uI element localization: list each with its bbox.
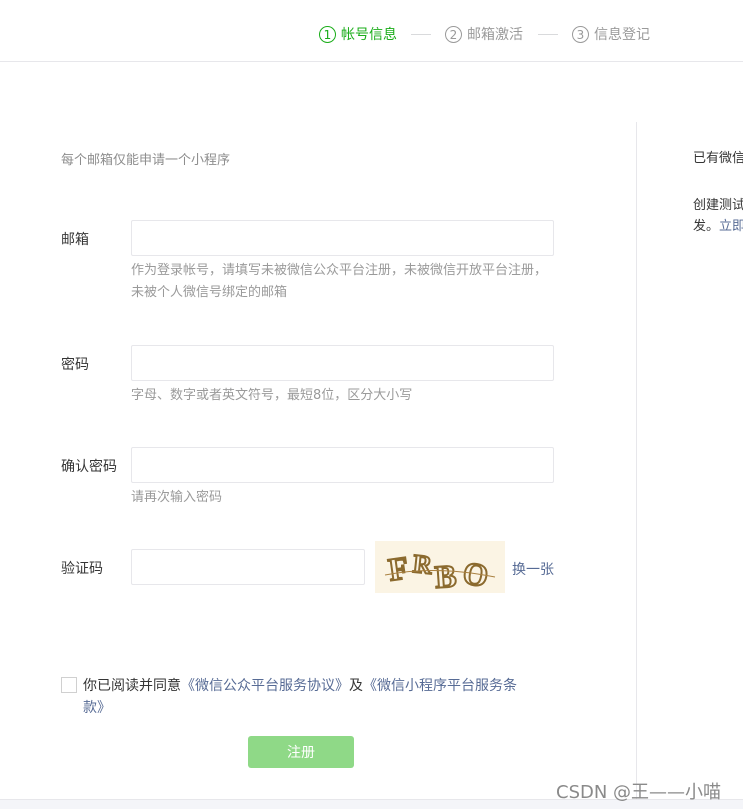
register-button[interactable]: 注册 — [248, 736, 354, 768]
side-line3: 发。立即 — [693, 216, 743, 237]
side-existing-wechat-text: 已有微信 — [693, 151, 743, 166]
password-hint: 字母、数字或者英文符号，最短8位，区分大小写 — [131, 388, 413, 403]
steps-bar: 1 帐号信息 2 邮箱激活 3 信息登记 — [0, 0, 743, 62]
step-connector — [538, 34, 558, 35]
step-number-2: 2 — [445, 25, 462, 43]
confirm-password-label: 确认密码 — [61, 459, 117, 475]
email-input[interactable] — [131, 220, 554, 256]
step-email-activation: 2 邮箱激活 — [445, 23, 523, 45]
password-label: 密码 — [61, 357, 89, 373]
panel-divider — [636, 122, 637, 808]
form-tip: 每个邮箱仅能申请一个小程序 — [61, 153, 231, 168]
mp-service-agreement-link[interactable]: 《微信公众平台服务协议》 — [181, 678, 349, 694]
agreement-middle: 及 — [349, 678, 363, 694]
captcha-label: 验证码 — [61, 561, 103, 577]
step-number-1: 1 — [319, 25, 336, 43]
step-label-account-info: 帐号信息 — [341, 27, 397, 43]
captcha-graphic: F R B O — [375, 541, 505, 596]
captcha-input[interactable] — [131, 549, 365, 585]
email-label: 邮箱 — [61, 232, 89, 248]
step-info-registration: 3 信息登记 — [572, 23, 650, 45]
step-label-email-activation: 邮箱激活 — [467, 27, 523, 43]
agreement-checkbox[interactable] — [61, 677, 77, 693]
side-line3-prefix: 发。 — [693, 219, 720, 234]
captcha-char-3: B — [434, 557, 458, 593]
watermark: CSDN @王——小喵 — [556, 782, 722, 803]
side-create-test-text: 创建测试 — [693, 198, 743, 213]
confirm-password-hint: 请再次输入密码 — [131, 490, 223, 505]
confirm-password-input[interactable] — [131, 447, 554, 483]
agreement-text: 你已阅读并同意《微信公众平台服务协议》及《微信小程序平台服务条款》 — [83, 675, 523, 719]
step-account-info: 1 帐号信息 — [319, 23, 397, 45]
step-label-info-registration: 信息登记 — [594, 27, 650, 43]
refresh-captcha-link[interactable]: 换一张 — [512, 559, 554, 579]
step-connector — [411, 34, 431, 35]
captcha-image[interactable]: F R B O — [375, 541, 505, 596]
email-hint: 作为登录帐号，请填写未被微信公众平台注册，未被微信开放平台注册，未被个人微信号绑… — [131, 263, 548, 300]
side-now-link[interactable]: 立即 — [719, 219, 743, 234]
step-number-3: 3 — [572, 25, 589, 43]
captcha-char-2: R — [412, 549, 434, 580]
password-input[interactable] — [131, 345, 554, 381]
agreement-prefix: 你已阅读并同意 — [83, 678, 181, 694]
